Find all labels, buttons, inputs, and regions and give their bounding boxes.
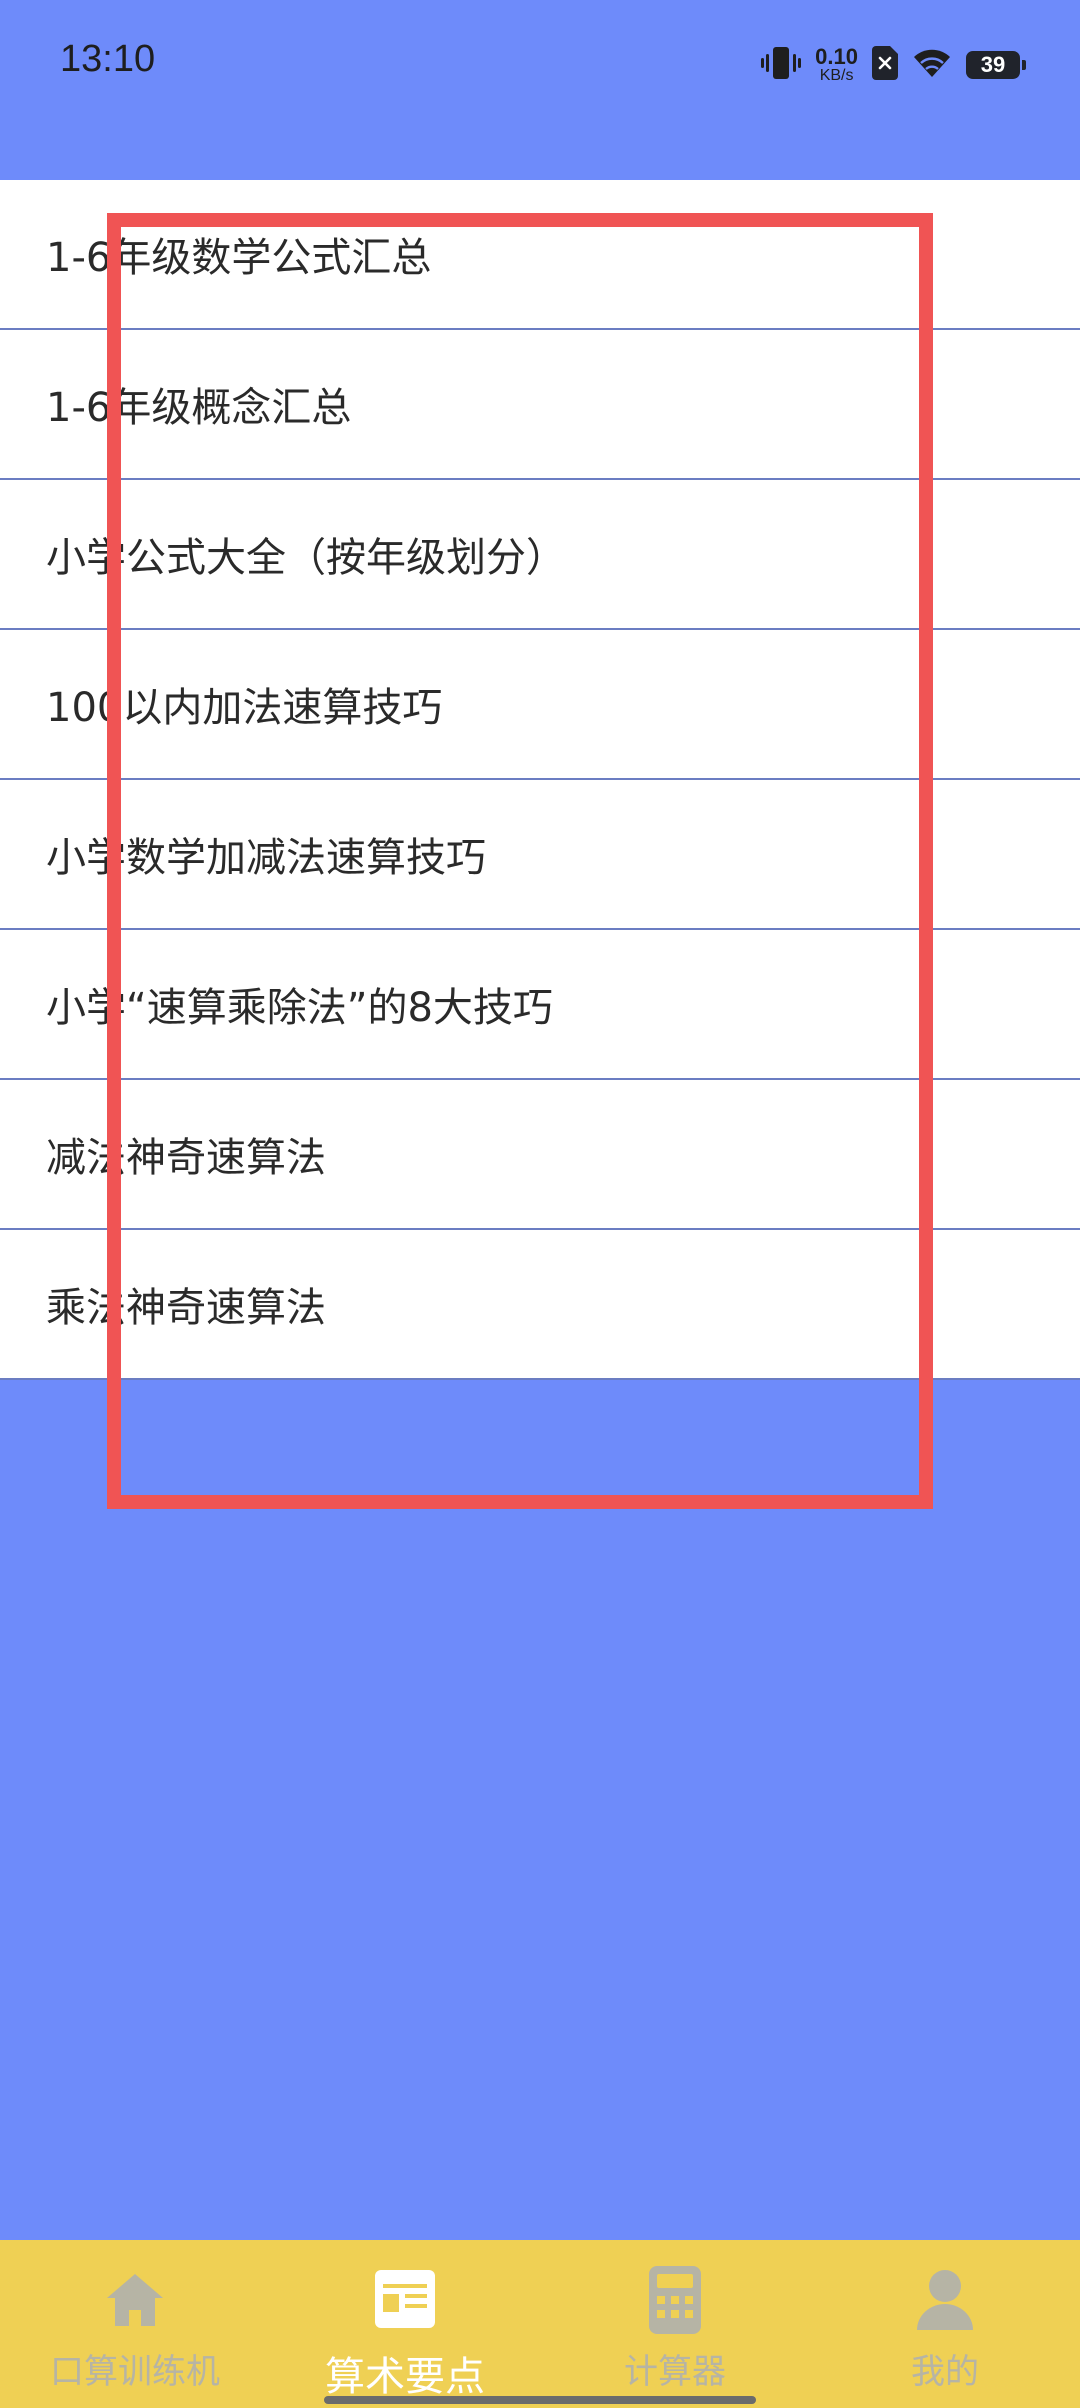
nav-item-calculator[interactable]: 计算器 — [540, 2240, 810, 2408]
status-time: 13:10 — [60, 38, 156, 80]
nav-label: 算术要点 — [325, 2354, 485, 2400]
list-item[interactable]: 小学数学加减法速算技巧 — [0, 780, 1080, 930]
list-item-title: 小学数学加减法速算技巧 — [46, 835, 486, 881]
nav-label: 计算器 — [624, 2352, 726, 2392]
battery-icon: 39 — [966, 51, 1026, 79]
network-speed-unit: KB/s — [819, 67, 854, 84]
article-icon — [369, 2264, 441, 2336]
status-bar: 13:10 0.10 KB/s 39 — [0, 0, 1080, 130]
article-list: 1-6年级数学公式汇总 1-6年级概念汇总 小学公式大全（按年级划分） 100以… — [0, 180, 1080, 1380]
list-item-title: 小学公式大全（按年级划分） — [46, 535, 566, 581]
list-item[interactable]: 100以内加法速算技巧 — [0, 630, 1080, 780]
battery-level: 39 — [980, 52, 1006, 77]
list-item-title: 1-6年级概念汇总 — [46, 385, 352, 431]
network-speed-value: 0.10 — [815, 44, 858, 69]
list-item-title: 小学“速算乘除法”的8大技巧 — [46, 985, 553, 1031]
nav-item-profile[interactable]: 我的 — [810, 2240, 1080, 2408]
list-item-title: 乘法神奇速算法 — [46, 1285, 326, 1331]
list-item-title: 减法神奇速算法 — [46, 1135, 326, 1181]
list-item[interactable]: 1-6年级数学公式汇总 — [0, 180, 1080, 330]
calculator-icon — [639, 2264, 711, 2336]
nav-item-arithmetic-points[interactable]: 算术要点 — [270, 2240, 540, 2408]
list-item[interactable]: 乘法神奇速算法 — [0, 1230, 1080, 1380]
list-item-title: 1-6年级数学公式汇总 — [46, 235, 432, 281]
sim-disabled-icon — [872, 46, 898, 84]
wifi-icon — [912, 47, 952, 83]
home-icon — [99, 2264, 171, 2336]
status-icons: 0.10 KB/s 39 — [761, 40, 1026, 90]
bottom-nav: 口算训练机 算术要点 计算器 我的 — [0, 2240, 1080, 2408]
nav-item-oral-training[interactable]: 口算训练机 — [0, 2240, 270, 2408]
home-indicator[interactable] — [324, 2396, 756, 2404]
list-item[interactable]: 1-6年级概念汇总 — [0, 330, 1080, 480]
profile-icon — [909, 2264, 981, 2336]
list-item-title: 100以内加法速算技巧 — [46, 685, 443, 731]
vibrate-icon — [761, 45, 802, 85]
list-item[interactable]: 减法神奇速算法 — [0, 1080, 1080, 1230]
list-item[interactable]: 小学公式大全（按年级划分） — [0, 480, 1080, 630]
network-speed: 0.10 KB/s — [815, 46, 858, 84]
nav-label: 我的 — [911, 2352, 979, 2392]
nav-label: 口算训练机 — [50, 2352, 220, 2392]
list-item[interactable]: 小学“速算乘除法”的8大技巧 — [0, 930, 1080, 1080]
